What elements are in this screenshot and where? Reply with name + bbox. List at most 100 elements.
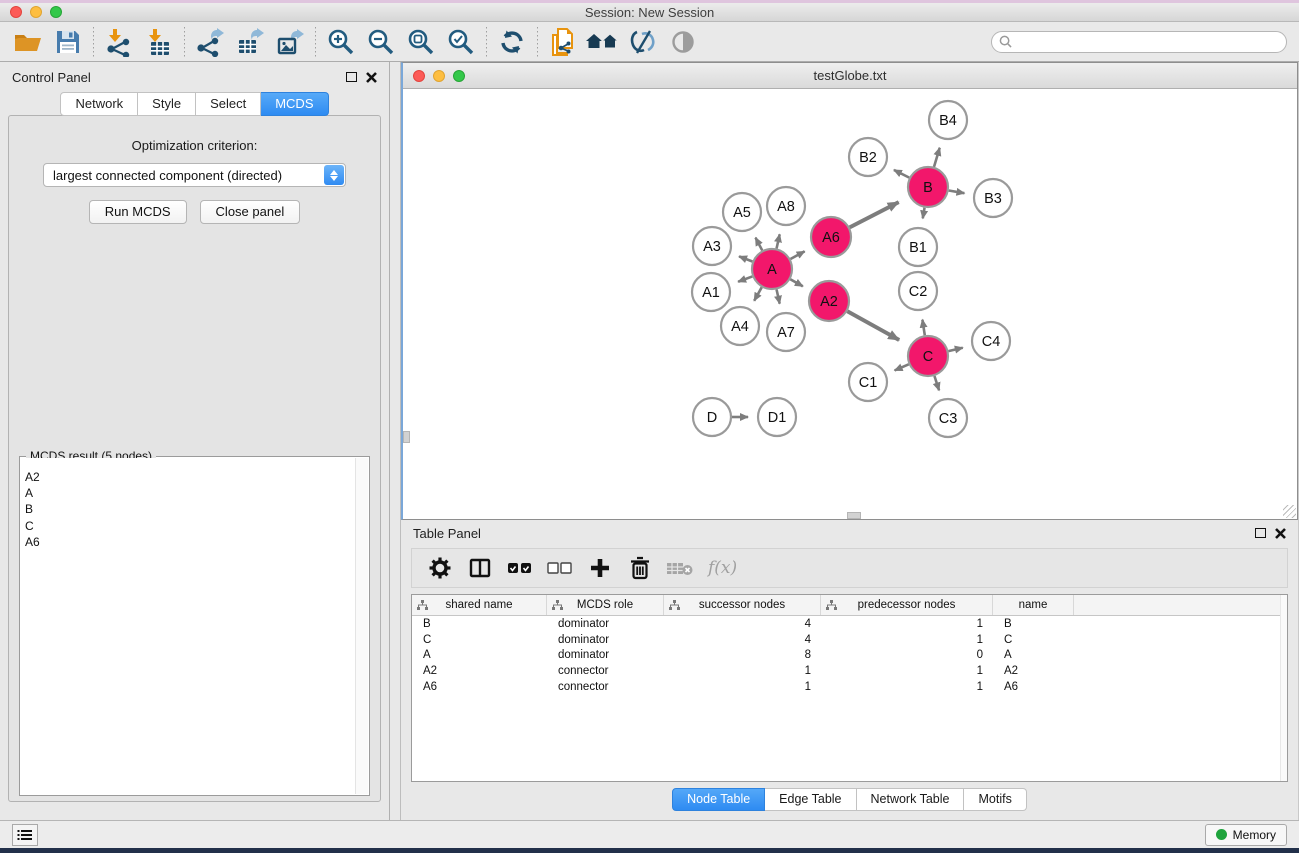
run-mcds-button[interactable]: Run MCDS — [89, 200, 187, 224]
clone-network-button[interactable] — [543, 25, 583, 59]
table-cell[interactable]: 0 — [821, 649, 993, 661]
table-cell[interactable]: A6 — [993, 681, 1074, 693]
graph-node-A2[interactable]: A2 — [809, 281, 849, 321]
column-header-predecessor-nodes[interactable]: predecessor nodes — [821, 595, 993, 615]
table-scrollbar[interactable] — [1280, 595, 1287, 781]
graph-edge[interactable] — [934, 148, 940, 167]
mcds-result-item[interactable]: A — [25, 485, 355, 501]
table-cell[interactable]: dominator — [547, 634, 664, 646]
open-session-button[interactable] — [8, 25, 48, 59]
table-cell[interactable]: 1 — [821, 665, 993, 677]
table-cell[interactable]: connector — [547, 665, 664, 677]
deselect-all-button[interactable] — [542, 552, 578, 584]
window-resize-grip[interactable] — [1283, 505, 1296, 518]
result-scrollbar[interactable] — [355, 458, 368, 794]
graph-node-A4[interactable]: A4 — [721, 307, 759, 345]
show-hide-button[interactable] — [663, 25, 703, 59]
criterion-select[interactable]: largest connected component (directed) — [43, 163, 346, 187]
delete-table-button[interactable] — [662, 552, 698, 584]
delete-column-button[interactable] — [622, 552, 658, 584]
zoom-fit-button[interactable] — [401, 25, 441, 59]
close-panel-button[interactable]: Close panel — [200, 200, 301, 224]
table-cell[interactable]: B — [993, 618, 1074, 630]
graph-edge[interactable] — [934, 376, 939, 390]
table-cell[interactable]: 4 — [664, 618, 821, 630]
close-table-panel-icon[interactable] — [1275, 528, 1286, 539]
table-cell[interactable]: dominator — [547, 618, 664, 630]
graph-edge[interactable] — [923, 208, 925, 219]
graph-node-A3[interactable]: A3 — [693, 227, 731, 265]
graph-node-A1[interactable]: A1 — [692, 273, 730, 311]
graph-edge[interactable] — [850, 202, 899, 227]
graph-edge[interactable] — [922, 320, 924, 336]
graph-node-C1[interactable]: C1 — [849, 363, 887, 401]
table-tab-network-table[interactable]: Network Table — [857, 788, 965, 811]
graph-edge[interactable] — [949, 191, 965, 194]
search-input[interactable] — [1017, 35, 1286, 49]
column-header-name[interactable]: name — [993, 595, 1074, 615]
graph-edge[interactable] — [739, 256, 752, 261]
table-cell[interactable]: A2 — [412, 665, 547, 677]
export-network-button[interactable] — [190, 25, 230, 59]
table-cell[interactable]: A — [412, 649, 547, 661]
table-cell[interactable]: dominator — [547, 649, 664, 661]
table-tab-motifs[interactable]: Motifs — [964, 788, 1026, 811]
mcds-result-item[interactable]: C — [25, 518, 355, 534]
graph-node-B4[interactable]: B4 — [929, 101, 967, 139]
graph-node-D[interactable]: D — [693, 398, 731, 436]
control-tab-style[interactable]: Style — [138, 92, 196, 116]
graph-node-A7[interactable]: A7 — [767, 313, 805, 351]
export-image-button[interactable] — [270, 25, 310, 59]
save-session-button[interactable] — [48, 25, 88, 59]
graph-edge[interactable] — [754, 287, 762, 300]
function-builder-button[interactable]: f(x) — [702, 552, 743, 584]
zoom-out-button[interactable] — [361, 25, 401, 59]
table-row[interactable]: Adominator80A — [412, 648, 1287, 664]
graph-edge[interactable] — [738, 276, 752, 281]
graph-node-A[interactable]: A — [752, 249, 792, 289]
table-cell[interactable]: B — [412, 618, 547, 630]
show-all-networks-button[interactable] — [583, 25, 623, 59]
search-box[interactable] — [991, 31, 1287, 53]
graph-node-C2[interactable]: C2 — [899, 272, 937, 310]
table-row[interactable]: A6connector11A6 — [412, 679, 1287, 695]
network-canvas[interactable]: B4B2BB3A8A5A6A3B1AA1C2A2A4A7C4CC1C3DD1 — [403, 89, 1297, 519]
graph-node-A8[interactable]: A8 — [767, 187, 805, 225]
network-graph[interactable]: B4B2BB3A8A5A6A3B1AA1C2A2A4A7C4CC1C3DD1 — [403, 89, 1296, 518]
table-cell[interactable]: A6 — [412, 681, 547, 693]
control-tab-select[interactable]: Select — [196, 92, 261, 116]
table-cell[interactable]: A — [993, 649, 1074, 661]
import-network-button[interactable] — [99, 25, 139, 59]
mcds-result-list[interactable]: A2ABCA6 — [21, 458, 355, 794]
table-cell[interactable]: A2 — [993, 665, 1074, 677]
zoom-selected-button[interactable] — [441, 25, 481, 59]
table-row[interactable]: A2connector11A2 — [412, 663, 1287, 679]
table-tab-node-table[interactable]: Node Table — [672, 788, 765, 811]
graph-edge[interactable] — [894, 170, 909, 178]
control-tab-network[interactable]: Network — [60, 92, 138, 116]
table-cell[interactable]: 1 — [821, 634, 993, 646]
graph-edge[interactable] — [895, 364, 909, 370]
table-tab-edge-table[interactable]: Edge Table — [765, 788, 856, 811]
graph-edge[interactable] — [756, 238, 763, 251]
graph-node-C3[interactable]: C3 — [929, 399, 967, 437]
hide-panel-button[interactable] — [623, 25, 663, 59]
table-cell[interactable]: 1 — [664, 665, 821, 677]
graph-edge[interactable] — [948, 348, 962, 351]
graph-node-C[interactable]: C — [908, 336, 948, 376]
import-table-button[interactable] — [139, 25, 179, 59]
zoom-in-button[interactable] — [321, 25, 361, 59]
graph-edge[interactable] — [847, 311, 899, 340]
graph-node-C4[interactable]: C4 — [972, 322, 1010, 360]
graph-node-B3[interactable]: B3 — [974, 179, 1012, 217]
table-cell[interactable]: 1 — [664, 681, 821, 693]
control-tab-mcds[interactable]: MCDS — [261, 92, 328, 116]
graph-node-B1[interactable]: B1 — [899, 228, 937, 266]
table-cell[interactable]: connector — [547, 681, 664, 693]
column-header-MCDS-role[interactable]: MCDS role — [547, 595, 664, 615]
table-cell[interactable]: C — [412, 634, 547, 646]
close-panel-icon[interactable] — [366, 72, 377, 83]
network-vscrollbar[interactable] — [403, 431, 410, 443]
show-columns-button[interactable] — [462, 552, 498, 584]
mcds-result-item[interactable]: B — [25, 501, 355, 517]
